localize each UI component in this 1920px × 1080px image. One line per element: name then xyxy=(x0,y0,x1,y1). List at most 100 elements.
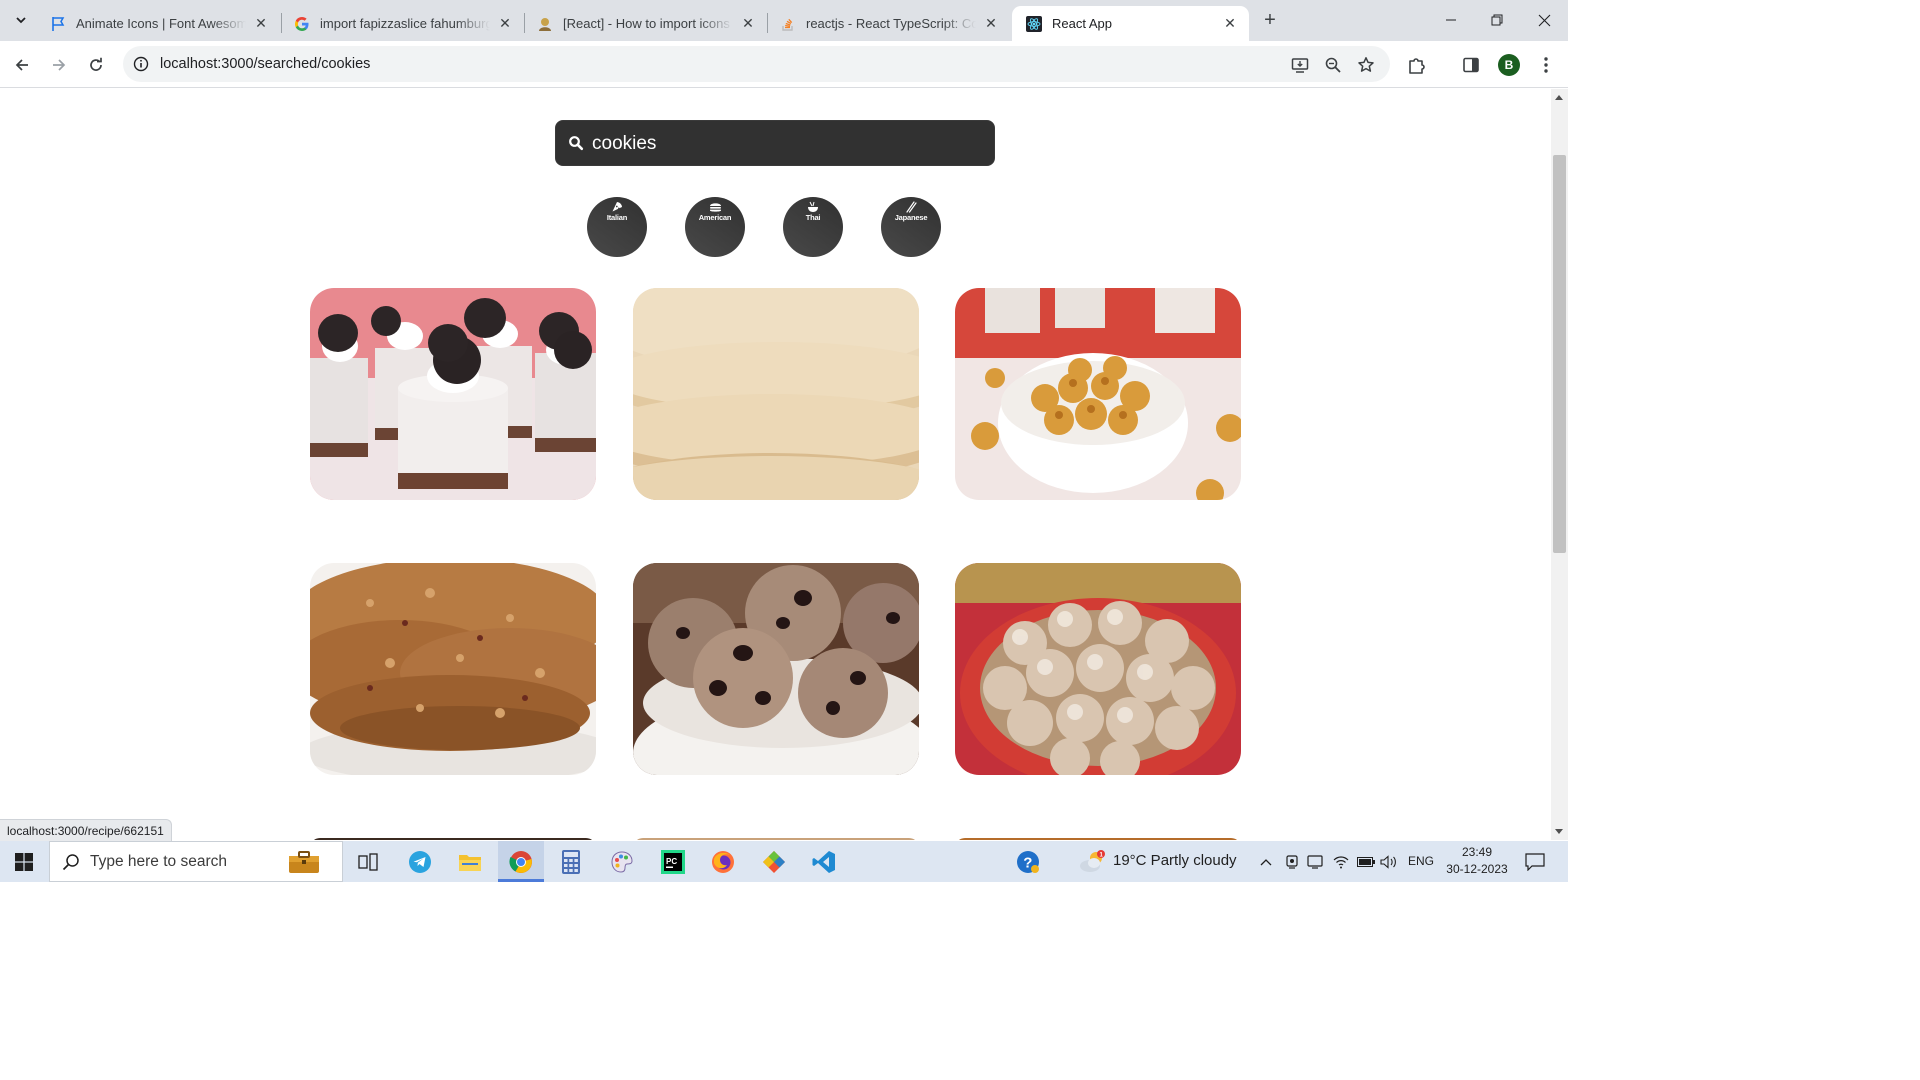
taskbar-firefox[interactable] xyxy=(707,841,739,882)
notifications-button[interactable] xyxy=(1520,841,1550,882)
recipe-card-sugar-cookies[interactable] xyxy=(633,288,919,500)
browser-toolbar: localhost:3000/searched/cookies B xyxy=(0,41,1568,88)
recipe-search-form[interactable] xyxy=(555,120,995,166)
taskbar-clock[interactable]: 23:49 30-12-2023 xyxy=(1437,844,1517,878)
stackoverflow-icon xyxy=(780,16,796,32)
taskbar-search-box[interactable]: Type here to search xyxy=(49,841,343,882)
tab-font-awesome[interactable]: Animate Icons | Font Awesome ✕ xyxy=(36,6,280,41)
taskbar-vscode[interactable] xyxy=(808,841,840,882)
wifi-icon xyxy=(1333,855,1349,868)
help-button[interactable]: ? xyxy=(1014,841,1042,882)
display-icon xyxy=(1307,854,1323,869)
tab-stackoverflow[interactable]: reactjs - React TypeScript: Corre ✕ xyxy=(766,6,1010,41)
recipe-card-sugared-cookie-balls[interactable] xyxy=(955,563,1241,775)
tab-react-app[interactable]: React App ✕ xyxy=(1012,6,1249,41)
recipe-card-oat-cookies[interactable] xyxy=(310,563,596,775)
noodle-bowl-icon xyxy=(806,200,820,213)
taskbar-git[interactable] xyxy=(758,841,790,882)
close-icon[interactable]: ✕ xyxy=(739,15,757,33)
weather-widget-icon-wrap[interactable]: 1 xyxy=(1078,841,1108,882)
notification-chat-icon xyxy=(1525,852,1545,871)
tab-search-button[interactable] xyxy=(8,7,34,33)
star-bookmark-icon[interactable] xyxy=(1356,55,1376,75)
recipe-image xyxy=(955,288,1241,500)
extensions-puzzle-icon[interactable] xyxy=(1405,53,1429,77)
taskbar-search-placeholder: Type here to search xyxy=(90,852,227,870)
recipe-image xyxy=(633,288,919,500)
recipe-card-peanut-cookies[interactable] xyxy=(955,288,1241,500)
wifi-status[interactable] xyxy=(1331,841,1351,882)
weather-text[interactable]: 19°C Partly cloudy xyxy=(1113,852,1237,869)
profile-avatar[interactable]: B xyxy=(1498,54,1520,76)
task-view-button[interactable] xyxy=(353,841,383,882)
side-panel-icon[interactable] xyxy=(1459,53,1483,77)
close-icon[interactable]: ✕ xyxy=(252,15,270,33)
taskbar-pycharm[interactable]: PC xyxy=(657,841,689,882)
cuisine-link-american[interactable]: American xyxy=(685,197,745,257)
cuisine-link-thai[interactable]: Thai xyxy=(783,197,843,257)
input-language[interactable]: ENG xyxy=(1408,854,1434,868)
close-icon xyxy=(1538,14,1550,26)
recipe-card-oreo-cheesecake[interactable] xyxy=(310,288,596,500)
task-view-icon xyxy=(358,852,378,871)
close-icon[interactable]: ✕ xyxy=(1221,15,1239,33)
cuisine-label: American xyxy=(698,213,732,222)
reload-button[interactable] xyxy=(82,51,110,79)
recipe-card-next-row[interactable] xyxy=(310,838,596,840)
folder-icon xyxy=(459,854,481,871)
speaker-icon xyxy=(1380,854,1396,869)
recipe-card-next-row[interactable] xyxy=(955,838,1241,840)
cuisine-label: Italian xyxy=(606,213,628,222)
taskbar-chrome[interactable] xyxy=(498,841,544,882)
kebab-menu-icon[interactable] xyxy=(1534,53,1558,77)
taskbar-paint[interactable] xyxy=(606,841,638,882)
new-tab-button[interactable]: + xyxy=(1258,8,1282,32)
clock-time: 23:49 xyxy=(1461,845,1493,859)
profile-icon xyxy=(537,16,553,32)
recipe-image xyxy=(633,563,919,775)
cuisine-link-italian[interactable]: Italian xyxy=(587,197,647,257)
recipe-card-next-row[interactable] xyxy=(633,838,919,840)
close-icon[interactable]: ✕ xyxy=(496,15,514,33)
flag-icon xyxy=(50,16,66,32)
scrollbar-thumb[interactable] xyxy=(1553,155,1566,553)
tab-title: Animate Icons | Font Awesome xyxy=(76,16,246,31)
display-icon-wrap[interactable] xyxy=(1305,841,1325,882)
clock-date: 30-12-2023 xyxy=(1446,862,1508,876)
recipe-card-raisin-cookie-balls[interactable] xyxy=(633,563,919,775)
forward-button[interactable] xyxy=(45,51,73,79)
back-button[interactable] xyxy=(8,51,36,79)
search-icon xyxy=(569,136,584,151)
tab-react-import-icons[interactable]: [React] - How to import icons in ✕ xyxy=(523,6,767,41)
vscode-icon xyxy=(812,850,835,873)
close-icon[interactable]: ✕ xyxy=(982,15,1000,33)
tab-google-search[interactable]: import fapizzaslice fahumburger ✕ xyxy=(280,6,524,41)
scroll-up-arrow-icon[interactable] xyxy=(1555,95,1563,100)
battery-status[interactable] xyxy=(1355,841,1377,882)
scroll-down-arrow-icon[interactable] xyxy=(1555,829,1563,834)
react-icon xyxy=(1026,15,1042,32)
close-window-button[interactable] xyxy=(1521,0,1567,40)
taskbar-file-explorer[interactable] xyxy=(453,841,487,882)
link-status-tooltip: localhost:3000/recipe/662151 xyxy=(0,819,172,841)
restore-icon xyxy=(1491,14,1503,26)
page-scrollbar[interactable] xyxy=(1551,89,1568,840)
address-bar[interactable]: localhost:3000/searched/cookies xyxy=(123,46,1390,82)
meeting-icon-wrap[interactable] xyxy=(1282,841,1302,882)
search-input[interactable] xyxy=(592,129,982,159)
cuisine-link-japanese[interactable]: Japanese xyxy=(881,197,941,257)
minimize-button[interactable] xyxy=(1428,0,1474,40)
windows-logo-icon xyxy=(15,852,33,871)
restore-button[interactable] xyxy=(1474,0,1520,40)
volume-control[interactable] xyxy=(1378,841,1400,882)
zoom-icon[interactable] xyxy=(1323,55,1343,75)
chevron-up-icon xyxy=(1260,858,1272,865)
firefox-icon xyxy=(712,850,734,873)
install-app-icon[interactable] xyxy=(1290,55,1310,75)
taskbar-calculator[interactable] xyxy=(556,841,586,882)
chrome-icon xyxy=(509,850,532,873)
info-icon[interactable] xyxy=(132,55,150,73)
start-button[interactable] xyxy=(0,841,48,882)
show-hidden-icons-button[interactable] xyxy=(1256,841,1276,882)
taskbar-telegram[interactable] xyxy=(404,841,436,882)
